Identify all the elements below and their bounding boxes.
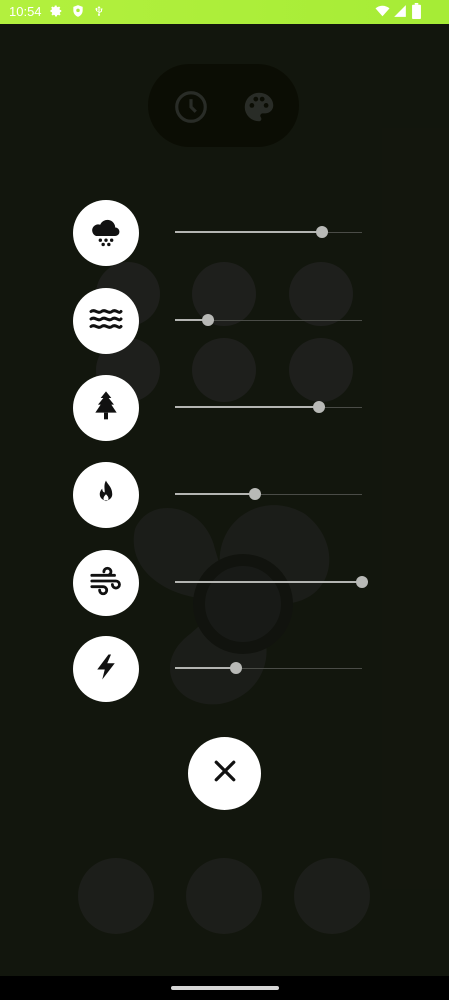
slider-fill — [175, 406, 319, 408]
sound-row-forest — [0, 375, 449, 441]
forest-volume-slider[interactable] — [175, 401, 362, 413]
slider-fill — [175, 667, 237, 669]
usb-icon — [93, 4, 105, 21]
slider-fill — [175, 493, 255, 495]
slider-fill — [175, 581, 362, 583]
rain-cloud-icon — [89, 214, 123, 253]
battery-icon — [412, 3, 421, 22]
home-gesture-handle[interactable] — [171, 986, 279, 990]
flame-icon — [91, 476, 121, 515]
slider-thumb[interactable] — [316, 226, 328, 238]
close-icon — [210, 756, 240, 791]
sound-row-waves — [0, 288, 449, 354]
fire-sound-button[interactable] — [73, 462, 139, 528]
slider-thumb[interactable] — [313, 401, 325, 413]
waves-icon — [88, 301, 124, 342]
rain-volume-slider[interactable] — [175, 226, 362, 238]
slider-thumb[interactable] — [230, 662, 242, 674]
forest-sound-button[interactable] — [73, 375, 139, 441]
slider-thumb[interactable] — [202, 314, 214, 326]
thunder-volume-slider[interactable] — [175, 662, 362, 674]
pine-tree-icon — [90, 389, 122, 428]
sound-row-thunder — [0, 636, 449, 702]
sound-row-fire — [0, 462, 449, 528]
status-bar: 10:54 — [0, 0, 449, 24]
rain-sound-button[interactable] — [73, 200, 139, 266]
slider-fill — [175, 231, 323, 233]
sound-row-wind — [0, 550, 449, 616]
waves-volume-slider[interactable] — [175, 314, 362, 326]
slider-thumb[interactable] — [356, 576, 368, 588]
close-button[interactable] — [188, 737, 261, 810]
fire-volume-slider[interactable] — [175, 488, 362, 500]
thunder-sound-button[interactable] — [73, 636, 139, 702]
navigation-bar — [0, 976, 449, 1000]
waves-sound-button[interactable] — [73, 288, 139, 354]
lightning-icon — [91, 649, 121, 690]
wind-sound-button[interactable] — [73, 550, 139, 616]
sound-row-rain — [0, 200, 449, 266]
wind-volume-slider[interactable] — [175, 576, 368, 588]
shield-icon — [71, 4, 85, 21]
signal-icon — [393, 4, 407, 21]
gear-icon — [49, 4, 63, 21]
slider-thumb[interactable] — [249, 488, 261, 500]
status-time: 10:54 — [9, 4, 42, 19]
wind-icon — [88, 564, 124, 603]
wifi-icon — [375, 4, 390, 21]
